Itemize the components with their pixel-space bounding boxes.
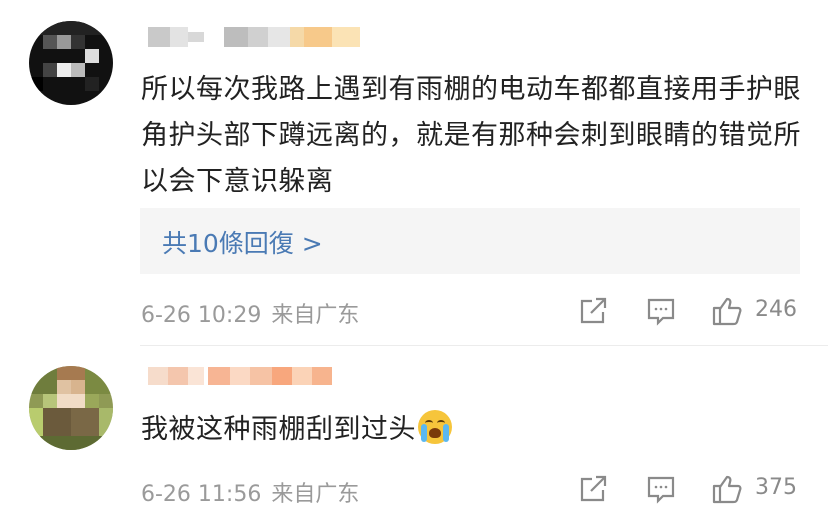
comment-location: 来自广东 [271,482,360,507]
comment-text: 所以每次我路上遇到有雨棚的电动车都都直接用手护眼角护头部下蹲远离的，就是有那种会… [141,74,801,197]
crying-face-icon [418,410,452,444]
comment-text-content: 我被这种雨棚刮到过头 [141,414,416,445]
comment-item: 我被这种雨棚刮到过头 6-26 11:56 来自广东 375 [0,346,828,523]
comment-time: 6-26 10:29 [141,303,262,328]
comment-icon[interactable] [645,295,677,327]
avatar[interactable] [29,21,113,105]
view-replies-button[interactable]: 共10條回復 > [140,208,800,274]
comment-meta: 6-26 11:56 来自广东 [141,476,359,508]
comment-time: 6-26 11:56 [141,482,262,507]
comment-item: 所以每次我路上遇到有雨棚的电动车都都直接用手护眼角护头部下蹲远离的，就是有那种会… [0,0,828,346]
comment-meta: 6-26 10:29 来自广东 [141,297,359,329]
comment-icon[interactable] [645,473,677,505]
share-icon[interactable] [577,473,609,505]
comment-actions: 375 [577,473,807,509]
replies-label: 共10條回復 > [162,229,323,258]
comment-text: 我被这种雨棚刮到过头 [141,407,801,453]
avatar[interactable] [29,366,113,450]
like-icon[interactable] [711,473,743,505]
username[interactable] [148,361,332,391]
like-count: 375 [755,475,797,500]
comment-actions: 246 [577,295,807,331]
share-icon[interactable] [577,295,609,327]
username[interactable] [148,22,360,52]
like-icon[interactable] [711,295,743,327]
comment-location: 来自广东 [271,303,360,328]
like-count: 246 [755,297,797,322]
